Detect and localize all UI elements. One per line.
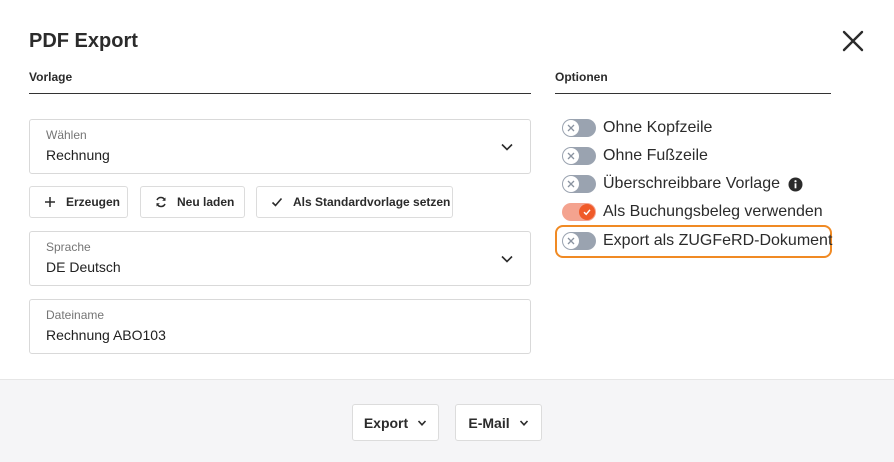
chevron-down-icon [519,419,528,426]
option-als-buchungsbeleg[interactable]: Als Buchungsbeleg verwenden [562,201,823,223]
x-icon [567,152,575,160]
option-label: Als Buchungsbeleg verwenden [603,203,823,220]
x-icon [567,237,575,245]
filename-field[interactable]: Dateiname Rechnung ABO103 [29,299,531,354]
reload-button[interactable]: Neu laden [140,186,245,218]
filename-value[interactable]: Rechnung ABO103 [46,327,166,343]
set-default-button-label: Als Standardvorlage setzen [293,195,451,209]
chevron-down-icon [501,255,513,263]
option-ohne-fusszeile[interactable]: Ohne Fußzeile [562,145,708,167]
x-icon [567,180,575,188]
template-select[interactable]: Wählen Rechnung [29,119,531,174]
export-button[interactable]: Export [352,404,439,441]
chevron-down-icon [418,419,427,426]
email-button[interactable]: E-Mail [455,404,542,441]
check-icon [271,196,283,208]
option-label: Ohne Fußzeile [603,147,708,164]
section-title-vorlage: Vorlage [29,70,73,84]
check-icon [583,209,591,216]
info-icon[interactable] [788,177,803,192]
dialog-title: PDF Export [29,30,138,52]
refresh-icon [155,196,167,208]
pdf-export-dialog: PDF Export Vorlage Wählen Rechnung Erzeu… [0,0,894,462]
option-ueberschreibbare-vorlage[interactable]: Überschreibbare Vorlage [562,173,803,195]
toggle-switch[interactable] [562,232,596,250]
toggle-switch[interactable] [562,203,596,221]
language-select-value: DE Deutsch [46,259,121,275]
section-title-optionen: Optionen [555,70,608,84]
language-select[interactable]: Sprache DE Deutsch [29,231,531,286]
x-icon [567,124,575,132]
template-select-label: Wählen [46,128,87,142]
plus-icon [44,196,56,208]
option-export-zugferd[interactable]: Export als ZUGFeRD-Dokument [562,230,832,252]
dialog-footer: Export E-Mail [0,379,894,462]
close-icon[interactable] [840,28,866,54]
option-label: Überschreibbare Vorlage [603,175,780,192]
section-divider [555,93,831,94]
option-ohne-kopfzeile[interactable]: Ohne Kopfzeile [562,117,712,139]
set-default-template-button[interactable]: Als Standardvorlage setzen [256,186,453,218]
option-label: Ohne Kopfzeile [603,119,713,136]
template-select-value: Rechnung [46,147,110,163]
section-divider [29,93,531,94]
toggle-switch[interactable] [562,147,596,165]
generate-button-label: Erzeugen [66,195,121,209]
export-button-label: Export [363,414,409,431]
option-label: Export als ZUGFeRD-Dokument [603,232,833,249]
email-button-label: E-Mail [468,414,510,431]
chevron-down-icon [501,143,513,151]
generate-button[interactable]: Erzeugen [29,186,128,218]
reload-button-label: Neu laden [177,195,235,209]
filename-label: Dateiname [46,308,105,322]
toggle-switch[interactable] [562,175,596,193]
toggle-switch[interactable] [562,119,596,137]
language-select-label: Sprache [46,240,91,254]
